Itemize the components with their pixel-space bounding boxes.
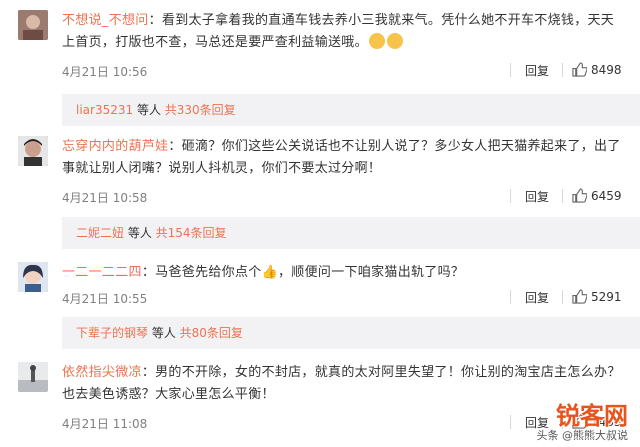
thumbs-up-icon xyxy=(572,62,588,77)
reply-summary[interactable]: 下辈子的钢琴 等人 共80条回复 xyxy=(62,317,640,349)
comment-username[interactable]: 不想说_不想问 xyxy=(62,13,149,28)
reply-count-link[interactable]: 共154条回复 xyxy=(156,226,227,240)
like-button[interactable]: 5291 xyxy=(572,289,622,304)
emoji-icon xyxy=(368,33,385,49)
reply-summary[interactable]: liar35231 等人 共330条回复 xyxy=(62,94,640,126)
divider xyxy=(510,415,511,429)
divider xyxy=(562,63,563,77)
divider xyxy=(510,63,511,77)
reply-count-link[interactable]: 共80条回复 xyxy=(180,326,243,340)
watermark: 锐客网 头条 @熊熊大叔说 xyxy=(537,396,629,443)
watermark-caption: 头条 @熊熊大叔说 xyxy=(536,429,629,442)
avatar[interactable] xyxy=(18,136,48,166)
like-button[interactable]: 6459 xyxy=(572,188,622,203)
reply-user[interactable]: 下辈子的钢琴 xyxy=(76,326,148,340)
reply-middle: 等人 xyxy=(133,103,165,117)
divider xyxy=(562,189,563,203)
comment-username[interactable]: 一二一二二四 xyxy=(62,265,142,280)
avatar[interactable] xyxy=(18,10,48,40)
reply-button[interactable]: 回复 xyxy=(525,188,549,205)
divider xyxy=(562,290,563,304)
comment-text: 忘穿内内的葫芦娃：砸滴？你们这些公关说话也不让别人说了？多少女人把天猫养起来了，… xyxy=(62,136,622,180)
reply-summary[interactable]: 二妮二妞 等人 共154条回复 xyxy=(62,217,640,249)
reply-button[interactable]: 回复 xyxy=(525,62,549,79)
comment-time: 4月21日 10:55 xyxy=(62,292,148,306)
divider xyxy=(510,189,511,203)
divider xyxy=(510,290,511,304)
comment-text: 一二一二二四：马爸爸先给你点个👍，顺便问一下咱家猫出轨了吗？ xyxy=(62,262,622,284)
reply-user[interactable]: 二妮二妞 xyxy=(76,226,124,240)
like-count: 5291 xyxy=(591,290,622,304)
reply-middle: 等人 xyxy=(124,226,156,240)
comment-body: ：马爸爸先给你点个👍，顺便问一下咱家猫出轨了吗？ xyxy=(141,265,465,280)
like-count: 8498 xyxy=(591,63,622,77)
like-button[interactable]: 8498 xyxy=(572,62,622,77)
comment-username[interactable]: 依然指尖微凉 xyxy=(62,365,142,380)
avatar[interactable] xyxy=(18,262,48,292)
emoji-icon xyxy=(386,33,403,49)
comment-text: 不想说_不想问：看到太子拿着我的直通车钱去养小三我就来气。凭什么她不开车不烧钱，… xyxy=(62,10,622,54)
watermark-logo: 锐客网 xyxy=(556,401,628,430)
comment-username[interactable]: 忘穿内内的葫芦娃 xyxy=(62,139,168,154)
like-count: 6459 xyxy=(591,189,622,203)
reply-user[interactable]: liar35231 xyxy=(76,103,133,117)
thumbs-up-icon xyxy=(572,289,588,304)
avatar[interactable] xyxy=(18,362,48,392)
comment-time: 4月21日 11:08 xyxy=(62,417,148,431)
reply-middle: 等人 xyxy=(148,326,180,340)
reply-button[interactable]: 回复 xyxy=(525,289,549,306)
thumbs-up-icon xyxy=(572,188,588,203)
comment-time: 4月21日 10:58 xyxy=(62,191,148,205)
comment-time: 4月21日 10:56 xyxy=(62,65,148,79)
reply-count-link[interactable]: 共330条回复 xyxy=(165,103,236,117)
